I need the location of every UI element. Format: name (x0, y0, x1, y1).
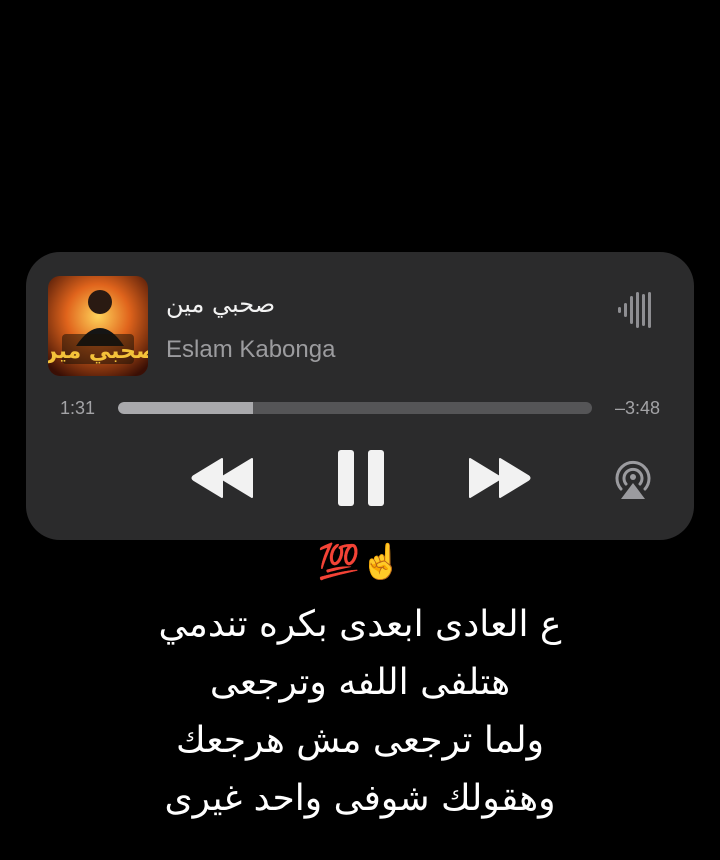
album-artwork[interactable]: صحبي مين (48, 276, 148, 376)
lyrics-caption: ع العادى ابعدى بكره تندمي هتلفى اللفه وت… (0, 596, 720, 828)
pause-icon (338, 450, 384, 506)
artist-name: Eslam Kabonga (166, 336, 336, 363)
emoji-reaction: 💯☝️ (317, 542, 403, 582)
progress-fill (118, 402, 254, 414)
lyric-line: هتلفى اللفه وترجعى (209, 662, 511, 703)
lyric-line: ولما ترجعى مش هرجعك (176, 720, 544, 761)
rewind-icon (191, 458, 253, 498)
airplay-icon (615, 460, 651, 499)
lyric-line: وهقولك شوفى واحد غيرى (164, 778, 556, 819)
airplay-button[interactable] (611, 457, 655, 501)
rewind-button[interactable] (190, 455, 256, 501)
progress-scrubber[interactable] (118, 402, 592, 414)
fast-forward-icon (469, 458, 531, 498)
now-playing-card: صحبي مين صحبي مين Eslam Kabonga 1:31 –3:… (26, 252, 694, 540)
waveform-icon[interactable] (616, 290, 656, 330)
elapsed-time: 1:31 (60, 398, 96, 418)
lyric-line: ع العادى ابعدى بكره تندمي (158, 604, 562, 645)
pause-button[interactable] (332, 448, 390, 508)
remaining-time: –3:48 (614, 398, 660, 418)
svg-text:صحبي مين: صحبي مين (48, 339, 148, 364)
song-title: صحبي مين (166, 290, 276, 318)
fast-forward-button[interactable] (466, 455, 532, 501)
